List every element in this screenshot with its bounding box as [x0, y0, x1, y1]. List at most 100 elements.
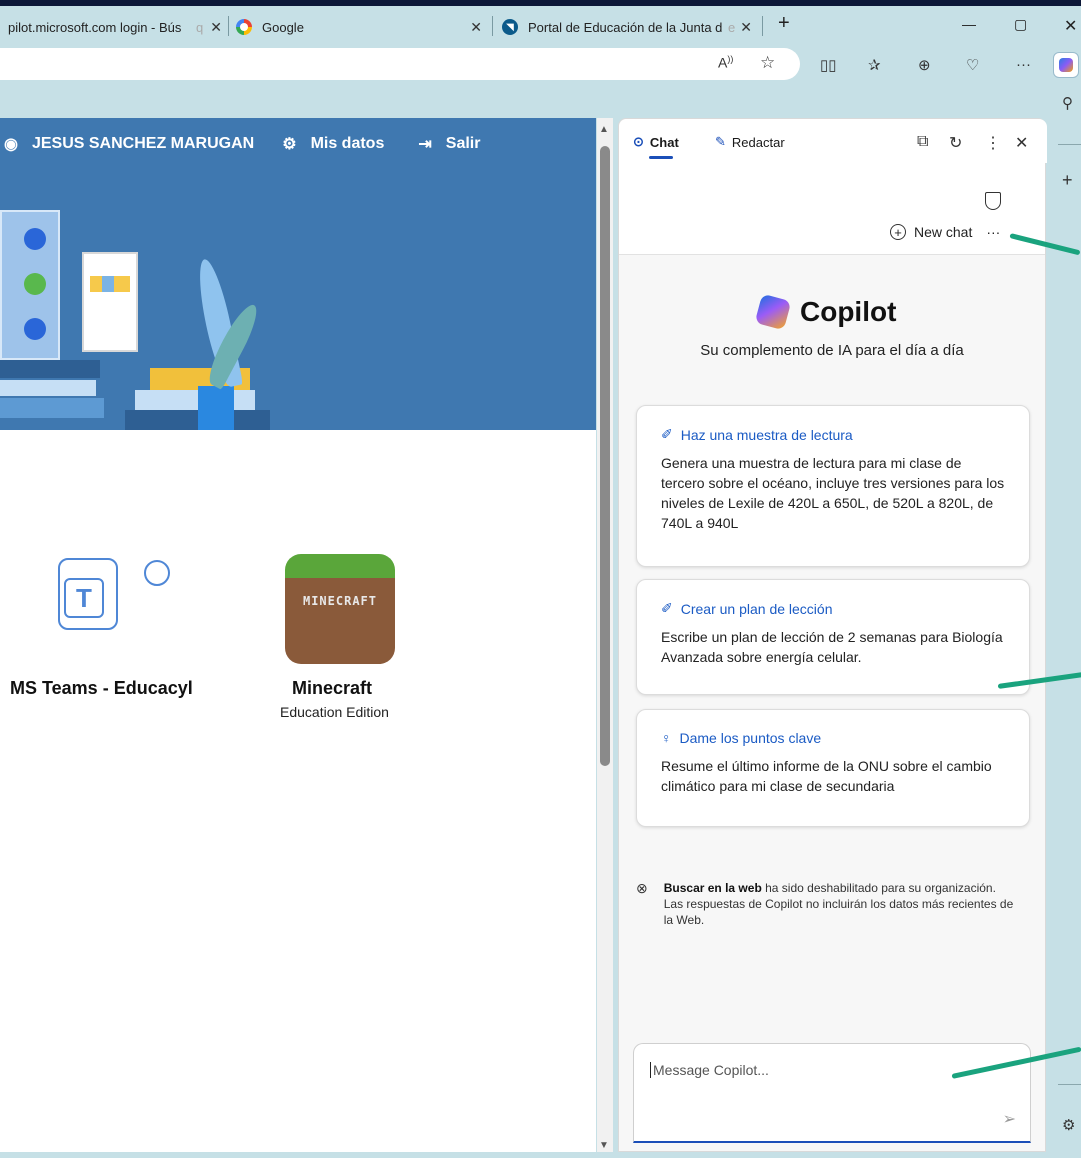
- minimize-icon[interactable]: —: [962, 16, 976, 32]
- favorite-star-icon[interactable]: ☆: [760, 53, 775, 73]
- read-aloud-icon[interactable]: A)): [718, 54, 733, 71]
- scrollbar-thumb[interactable]: [600, 146, 610, 766]
- close-icon[interactable]: ✕: [740, 19, 752, 36]
- tab-divider: [228, 16, 229, 36]
- compose-icon: ✎: [715, 134, 726, 149]
- restore-icon[interactable]: ▢: [1014, 16, 1027, 33]
- scroll-up-icon[interactable]: ▲: [599, 124, 609, 135]
- teams-person-icon: [144, 560, 170, 586]
- tab-label: Google: [262, 19, 304, 35]
- my-data-link[interactable]: Mis datos: [311, 135, 385, 153]
- tab-google[interactable]: Google ✕: [236, 12, 488, 42]
- settings-gear-icon[interactable]: ⚙: [1062, 1116, 1075, 1134]
- add-circle-icon: +: [890, 224, 906, 240]
- card-body: Resume el último informe de la ONU sobre…: [661, 758, 992, 794]
- close-icon[interactable]: ✕: [470, 19, 482, 36]
- shield-icon[interactable]: [985, 192, 1001, 210]
- lightbulb-icon: ♀: [661, 730, 672, 746]
- illustration-book: [0, 398, 104, 418]
- microphone-icon: [24, 228, 46, 250]
- pencil-sparkle-icon: ✐: [661, 600, 673, 616]
- tab-chat-label: Chat: [649, 134, 679, 150]
- card-title: ✐ Haz una muestra de lectura: [661, 426, 1005, 443]
- tab-copilot-login[interactable]: pilot.microsoft.com login - Bús q ✕: [8, 12, 228, 42]
- app-sub-minecraft: Education Edition: [280, 704, 389, 720]
- illustration-book: [0, 380, 96, 396]
- tab-chat[interactable]: ⊙ Chat: [633, 134, 679, 159]
- suggestion-card[interactable]: ✐ Crear un plan de lección Escribe un pl…: [636, 579, 1030, 695]
- message-composer[interactable]: ➢: [633, 1043, 1031, 1143]
- card-title: ♀ Dame los puntos clave: [661, 730, 1005, 746]
- tab-divider: [762, 16, 763, 36]
- tab-divider: [492, 16, 493, 36]
- phone-icon: [24, 318, 46, 340]
- search-icon[interactable]: ⚲: [1062, 94, 1073, 112]
- illustration-easel: [82, 252, 138, 352]
- rail-divider: [1058, 144, 1081, 145]
- illustration-book: [135, 390, 255, 410]
- copilot-title: Copilot: [754, 293, 897, 331]
- app-label-minecraft[interactable]: Minecraft: [292, 678, 372, 699]
- page-header-banner: ◉ JESUS SANCHEZ MARUGAN ⚙ Mis datos ⇥ Sa…: [0, 118, 596, 430]
- tab-label: pilot.microsoft.com login - Bús: [8, 19, 182, 35]
- logout-icon[interactable]: ⇥: [418, 134, 431, 154]
- web-page: ◉ JESUS SANCHEZ MARUGAN ⚙ Mis datos ⇥ Sa…: [0, 118, 596, 1152]
- split-screen-icon[interactable]: ▯▯: [820, 56, 837, 74]
- illustration-book: [0, 360, 100, 378]
- browser-essentials-icon[interactable]: ♡: [966, 56, 979, 74]
- illustration-chart: [90, 276, 130, 292]
- address-bar[interactable]: A)) ☆: [0, 48, 800, 80]
- user-icon: ◉: [4, 136, 18, 153]
- close-icon[interactable]: ✕: [210, 19, 222, 36]
- tab-label: Portal de Educación de la Junta d: [528, 19, 723, 35]
- send-icon[interactable]: ➢: [1003, 1109, 1016, 1129]
- collections-icon[interactable]: ⊕: [918, 56, 931, 74]
- toolbar: A)) ☆ ▯▯ ✰ ⊕ ♡ ···: [0, 44, 1081, 84]
- chat-bubble-icon: ⊙: [633, 134, 644, 149]
- new-chat-button[interactable]: + New chat ···: [890, 224, 1000, 240]
- pencil-sparkle-icon: ✐: [661, 426, 673, 442]
- refresh-icon[interactable]: ↻: [949, 133, 962, 153]
- suggestion-card[interactable]: ♀ Dame los puntos clave Resume el último…: [636, 709, 1030, 827]
- card-title: ✐ Crear un plan de lección: [661, 600, 1005, 617]
- gear-icon[interactable]: ⚙: [282, 134, 296, 154]
- copilot-tagline: Su complemento de IA para el día a día: [700, 342, 964, 359]
- logout-link[interactable]: Salir: [446, 135, 481, 153]
- teams-letter-icon: T: [64, 578, 104, 618]
- favorites-list-icon[interactable]: ✰: [868, 56, 881, 74]
- card-title-text: Haz una muestra de lectura: [680, 426, 853, 443]
- more-vertical-icon[interactable]: ⋮: [985, 133, 1001, 153]
- tab-portal-educacion[interactable]: ◥ Portal de Educación de la Junta d e ✕: [502, 12, 758, 42]
- copilot-toolbar-button[interactable]: [1053, 52, 1079, 78]
- ellipsis-icon[interactable]: ···: [986, 224, 1000, 240]
- note-text: Buscar en la web ha sido deshabilitado p…: [664, 880, 1016, 928]
- more-options-icon[interactable]: ···: [1016, 56, 1031, 73]
- card-title-text: Crear un plan de lección: [680, 600, 833, 617]
- close-pane-icon[interactable]: ✕: [1015, 133, 1028, 153]
- card-title-text: Dame los puntos clave: [679, 730, 822, 746]
- minecraft-tile-text: MINECRAFT: [302, 594, 378, 608]
- rail-divider: [1058, 1084, 1081, 1085]
- copilot-title-text: Copilot: [800, 296, 897, 327]
- scroll-down-icon[interactable]: ▼: [599, 1140, 609, 1151]
- tab-label-fade: q: [196, 19, 204, 35]
- copilot-subbar: [619, 163, 1045, 255]
- user-name: JESUS SANCHEZ MARUGAN: [31, 135, 255, 152]
- suggestion-card[interactable]: ✐ Haz una muestra de lectura Genera una …: [636, 405, 1030, 567]
- card-body: Escribe un plan de lección de 2 semanas …: [661, 629, 1003, 665]
- open-in-new-icon[interactable]: ⧉: [917, 133, 928, 151]
- copilot-header: ⊙ Chat ✎ Redactar ⧉ ↻ ⋮ ✕: [619, 119, 1047, 163]
- app-label-teams[interactable]: MS Teams - Educacyl: [10, 678, 193, 699]
- add-icon[interactable]: +: [1062, 170, 1073, 191]
- tab-strip: pilot.microsoft.com login - Bús q ✕ Googl…: [0, 6, 1081, 44]
- portal-logo-icon: ◥: [502, 19, 518, 35]
- minecraft-icon[interactable]: MINECRAFT: [285, 554, 395, 664]
- google-icon: [236, 19, 252, 35]
- new-tab-plus-icon[interactable]: +: [778, 12, 790, 35]
- card-body: Genera una muestra de lectura para mi cl…: [661, 455, 1005, 531]
- tab-compose-label: Redactar: [731, 134, 785, 150]
- video-icon: [24, 273, 46, 295]
- edge-sidebar-rail: ⚲ + ⚙: [1048, 80, 1081, 1152]
- tab-compose[interactable]: ✎ Redactar: [715, 134, 785, 150]
- close-window-icon[interactable]: ✕: [1064, 16, 1077, 36]
